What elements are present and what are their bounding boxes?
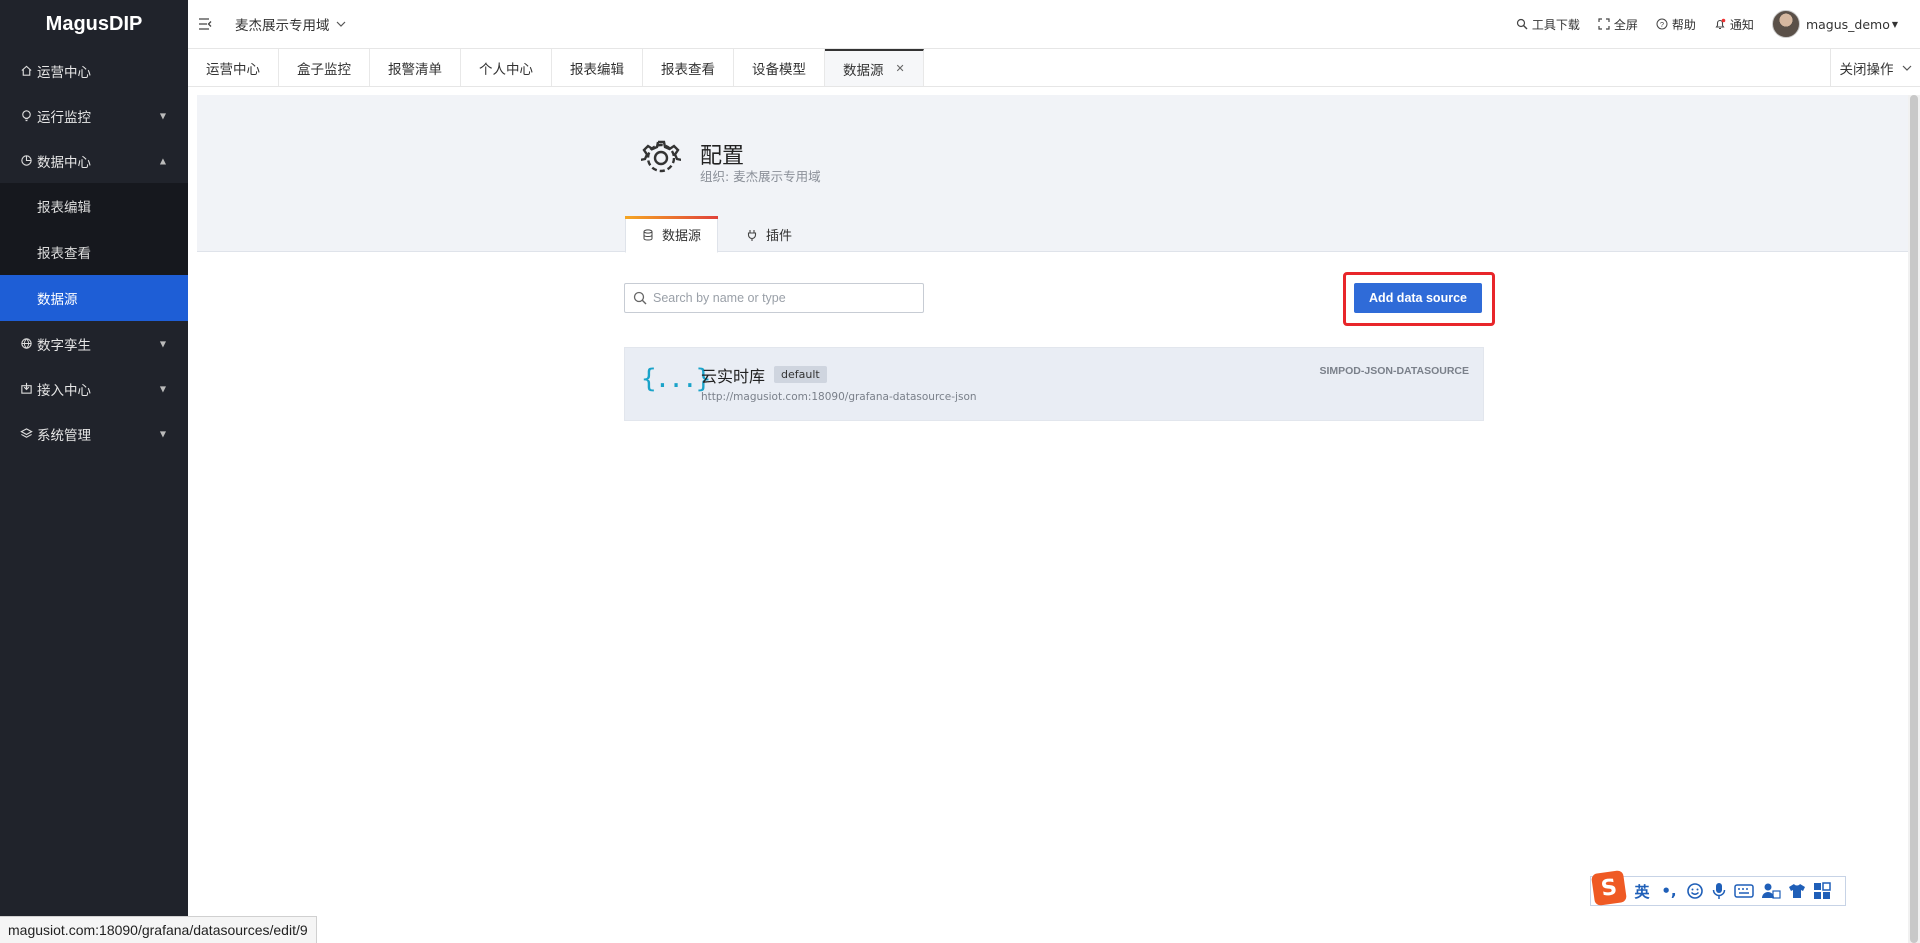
tab-label: 数据源: [843, 62, 884, 79]
import-icon: [19, 382, 33, 396]
fullscreen-icon: [1598, 18, 1610, 30]
status-bar-url: magusiot.com:18090/grafana/datasources/e…: [0, 916, 317, 943]
sidebar-item-report-view[interactable]: 报表查看: [0, 229, 188, 275]
chevron-down-icon: ▼: [159, 384, 166, 393]
fullscreen-label: 全屏: [1613, 17, 1638, 32]
caret-down-icon: ▼: [1891, 19, 1898, 29]
sidebar-item-label: 数字孪生: [37, 337, 91, 354]
pie-icon: [19, 154, 33, 168]
org-selector[interactable]: 麦杰展示专用域: [235, 14, 346, 34]
microphone-icon[interactable]: [1711, 882, 1727, 900]
home-icon: [19, 64, 33, 78]
ime-punctuation-toggle[interactable]: •,: [1659, 882, 1679, 900]
search-input[interactable]: [653, 291, 913, 305]
close-operations-dropdown[interactable]: 关闭操作: [1830, 49, 1920, 86]
add-data-source-button[interactable]: Add data source: [1354, 283, 1482, 313]
help-icon: ?: [1656, 18, 1668, 30]
tab-plugins[interactable]: 插件: [730, 216, 808, 253]
fullscreen-link[interactable]: 全屏: [1598, 16, 1638, 33]
sidebar-item-data-center[interactable]: 数据中心 ▲: [0, 138, 188, 183]
sidebar-item-label: 数据中心: [37, 154, 91, 171]
sidebar-item-system[interactable]: 系统管理 ▼: [0, 411, 188, 456]
sidebar-item-report-edit[interactable]: 报表编辑: [0, 183, 188, 229]
tab-label: 数据源: [662, 229, 702, 244]
tab-datasources[interactable]: 数据源: [625, 216, 719, 253]
sidebar-item-digital-twin[interactable]: 数字孪生 ▼: [0, 321, 188, 366]
chevron-down-icon: ▼: [159, 339, 166, 348]
username: magus_demo: [1805, 16, 1890, 32]
layers-icon: [19, 427, 33, 441]
sidebar-item-monitoring[interactable]: 运行监控 ▼: [0, 93, 188, 138]
sidebar-item-datasource[interactable]: 数据源: [0, 275, 188, 321]
chevron-up-icon: ▲: [159, 156, 166, 165]
sidebar-item-operations[interactable]: 运营中心: [0, 48, 188, 93]
emoji-icon[interactable]: [1686, 882, 1704, 900]
chevron-down-icon: ▼: [159, 111, 166, 120]
sidebar-item-access-center[interactable]: 接入中心 ▼: [0, 366, 188, 411]
close-operations-label: 关闭操作: [1839, 61, 1894, 78]
globe-icon: [19, 337, 33, 351]
config-header: 配置 组织: 麦杰展示专用域 数据源 插件: [197, 95, 1908, 253]
notification-label: 通知: [1729, 17, 1754, 32]
ime-toolbar[interactable]: S 英 •,: [1590, 869, 1846, 907]
tab-report-edit[interactable]: 报表编辑: [552, 49, 643, 86]
tab-datasource[interactable]: 数据源 ✕: [825, 49, 924, 86]
close-icon[interactable]: ✕: [896, 62, 905, 75]
tools-download-label: 工具下载: [1531, 17, 1580, 32]
bell-icon: [1715, 18, 1726, 30]
gear-icon: [641, 140, 681, 173]
help-link[interactable]: ? 帮助: [1656, 16, 1696, 33]
sidebar-item-label: 运营中心: [37, 64, 91, 81]
sidebar-item-label: 接入中心: [37, 382, 91, 399]
chevron-down-icon: [1902, 65, 1911, 71]
tab-operations[interactable]: 运营中心: [188, 49, 279, 86]
tab-label: 插件: [766, 229, 793, 244]
tab-device-model[interactable]: 设备模型: [734, 49, 825, 86]
tab-report-view[interactable]: 报表查看: [643, 49, 734, 86]
page-subtitle: 组织: 麦杰展示专用域: [700, 169, 821, 184]
default-badge: default: [774, 366, 827, 383]
bulb-icon: [19, 109, 33, 123]
plug-icon: [747, 229, 757, 241]
tools-download-link[interactable]: 工具下载: [1516, 16, 1580, 33]
svg-text:?: ?: [1660, 20, 1664, 29]
avatar: [1771, 10, 1800, 38]
database-icon: [643, 228, 653, 240]
keyboard-icon[interactable]: [1734, 883, 1754, 899]
help-label: 帮助: [1671, 17, 1696, 32]
user-tools-icon[interactable]: [1761, 882, 1781, 900]
sidebar: MagusDIP 运营中心 运行监控 ▼ 数据中心 ▲ 报表编辑 报表查看 数据…: [0, 0, 188, 943]
sidebar-item-label: 运行监控: [37, 109, 91, 126]
tab-alarm-list[interactable]: 报警清单: [370, 49, 461, 86]
datasource-name: 云实时库: [701, 367, 766, 386]
sidebar-submenu: 报表编辑 报表查看 数据源: [0, 183, 188, 321]
sogou-logo-icon[interactable]: S: [1590, 869, 1628, 907]
app-logo[interactable]: MagusDIP: [0, 0, 188, 48]
search-box[interactable]: [624, 283, 924, 313]
page-tabs: 运营中心 盒子监控 报警清单 个人中心 报表编辑 报表查看 设备模型 数据源 ✕…: [188, 49, 1920, 87]
skin-shirt-icon[interactable]: [1788, 882, 1806, 900]
search-icon: [633, 291, 647, 305]
menu-toggle-icon[interactable]: [199, 18, 213, 30]
user-menu[interactable]: magus_demo ▼: [1771, 10, 1898, 38]
datasource-url: http://magusiot.com:18090/grafana-dataso…: [701, 391, 977, 403]
tab-box-monitor[interactable]: 盒子监控: [279, 49, 370, 86]
ime-language-toggle[interactable]: 英: [1632, 881, 1652, 902]
search-tool-icon: [1516, 18, 1528, 30]
main-content: 配置 组织: 麦杰展示专用域 数据源 插件 Add data source {.…: [197, 95, 1908, 943]
chevron-down-icon: [336, 21, 345, 27]
tab-personal[interactable]: 个人中心: [461, 49, 552, 86]
chevron-down-icon: ▼: [159, 429, 166, 438]
org-name: 麦杰展示专用域: [235, 18, 330, 34]
scrollbar-thumb[interactable]: [1910, 95, 1918, 943]
grid-menu-icon[interactable]: [1813, 882, 1831, 900]
notification-link[interactable]: 通知: [1714, 16, 1754, 33]
json-braces-icon: {...}: [641, 364, 711, 394]
top-bar: 麦杰展示专用域 工具下载 全屏 ? 帮助 通知 magus_demo ▼: [188, 0, 1920, 49]
datasource-card[interactable]: {...} 云实时库 default http://magusiot.com:1…: [624, 347, 1484, 421]
datasource-type: SIMPOD-JSON-DATASOURCE: [1319, 365, 1469, 377]
vertical-scrollbar[interactable]: [1908, 95, 1920, 943]
sidebar-item-label: 系统管理: [37, 427, 91, 444]
